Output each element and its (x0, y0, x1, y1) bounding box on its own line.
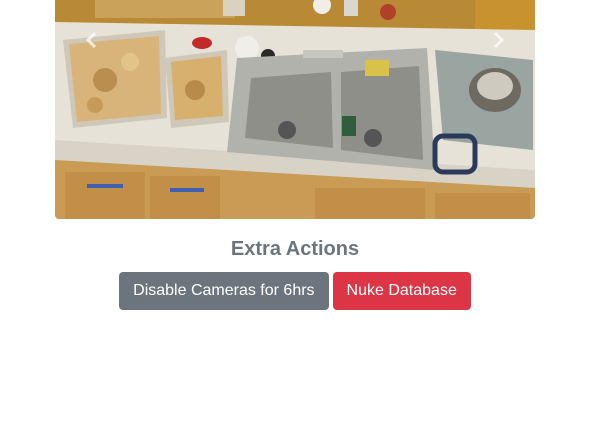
chevron-left-icon (85, 31, 97, 49)
extra-actions-title: Extra Actions (230, 238, 360, 260)
nuke-database-button[interactable]: Nuke Database (332, 272, 471, 310)
chevron-right-icon (493, 31, 505, 49)
page: Extra Actions Disable Cameras for 6hrs N… (0, 0, 590, 441)
disable-cameras-button[interactable]: Disable Cameras for 6hrs (119, 272, 329, 310)
carousel-next-button[interactable] (481, 22, 517, 58)
camera-carousel (55, 0, 535, 219)
carousel-prev-button[interactable] (73, 22, 109, 58)
kitchen-sink-camera-image (55, 0, 535, 219)
extra-actions-buttons: Disable Cameras for 6hrs Nuke Database (0, 272, 590, 310)
